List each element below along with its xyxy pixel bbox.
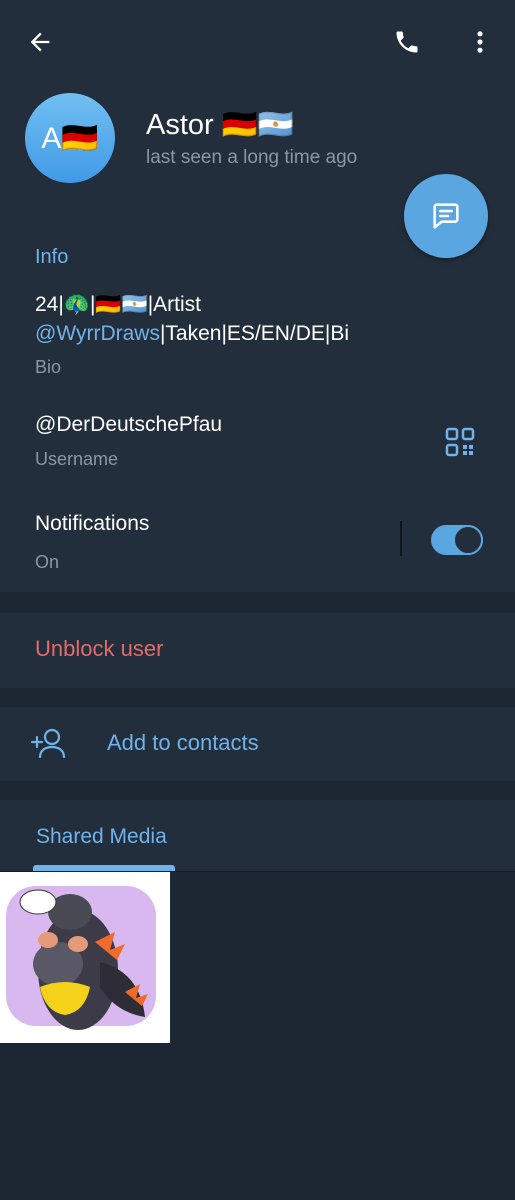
- add-user-icon: [30, 728, 66, 759]
- add-contacts-section[interactable]: Add to contacts: [0, 707, 515, 781]
- notifications-toggle[interactable]: [431, 525, 483, 555]
- unblock-section[interactable]: Unblock user: [0, 613, 515, 688]
- shared-media-thumbnail[interactable]: [0, 872, 170, 1043]
- phone-icon: [396, 31, 418, 53]
- add-to-contacts-button[interactable]: Add to contacts: [107, 730, 259, 756]
- username-value[interactable]: @DerDeutschePfau: [35, 413, 222, 437]
- shared-media-tabs: Shared Media: [0, 800, 515, 872]
- notifications-label: Notifications: [35, 512, 150, 535]
- more-options-button[interactable]: [458, 20, 502, 64]
- qr-code-icon: [445, 427, 475, 457]
- back-button[interactable]: [18, 20, 62, 64]
- profile-name: Astor 🇩🇪🇦🇷: [146, 109, 294, 141]
- more-vertical-icon: [477, 31, 483, 53]
- tab-shared-media[interactable]: Shared Media: [36, 825, 167, 849]
- notifications-state: On: [35, 552, 60, 572]
- bio-text-rest: |Taken|ES/EN/DE|Bi: [159, 322, 350, 345]
- back-arrow-icon: [30, 32, 50, 52]
- username-label: Username: [35, 449, 119, 469]
- artwork-image: [0, 872, 170, 1043]
- bio-label: Bio: [35, 357, 62, 377]
- bio-link-wyrrdraws[interactable]: @WyrrDraws: [35, 322, 160, 345]
- qr-code-button[interactable]: [444, 426, 476, 458]
- avatar-initial: A🇩🇪: [41, 121, 99, 155]
- avatar[interactable]: A🇩🇪: [25, 93, 115, 183]
- bio-text-line2: @WyrrDraws|Taken|ES/EN/DE|Bi: [35, 322, 349, 346]
- bio-text-line1: 24|🦚|🇩🇪🇦🇷|Artist: [35, 293, 202, 316]
- last-seen-status: last seen a long time ago: [146, 147, 358, 168]
- info-section-title: Info: [35, 246, 69, 268]
- call-button[interactable]: [385, 20, 429, 64]
- message-icon: [433, 203, 459, 229]
- send-message-button[interactable]: [404, 174, 488, 258]
- unblock-user-button[interactable]: Unblock user: [35, 636, 163, 662]
- notifications-divider: [400, 521, 402, 556]
- toggle-knob: [453, 525, 483, 555]
